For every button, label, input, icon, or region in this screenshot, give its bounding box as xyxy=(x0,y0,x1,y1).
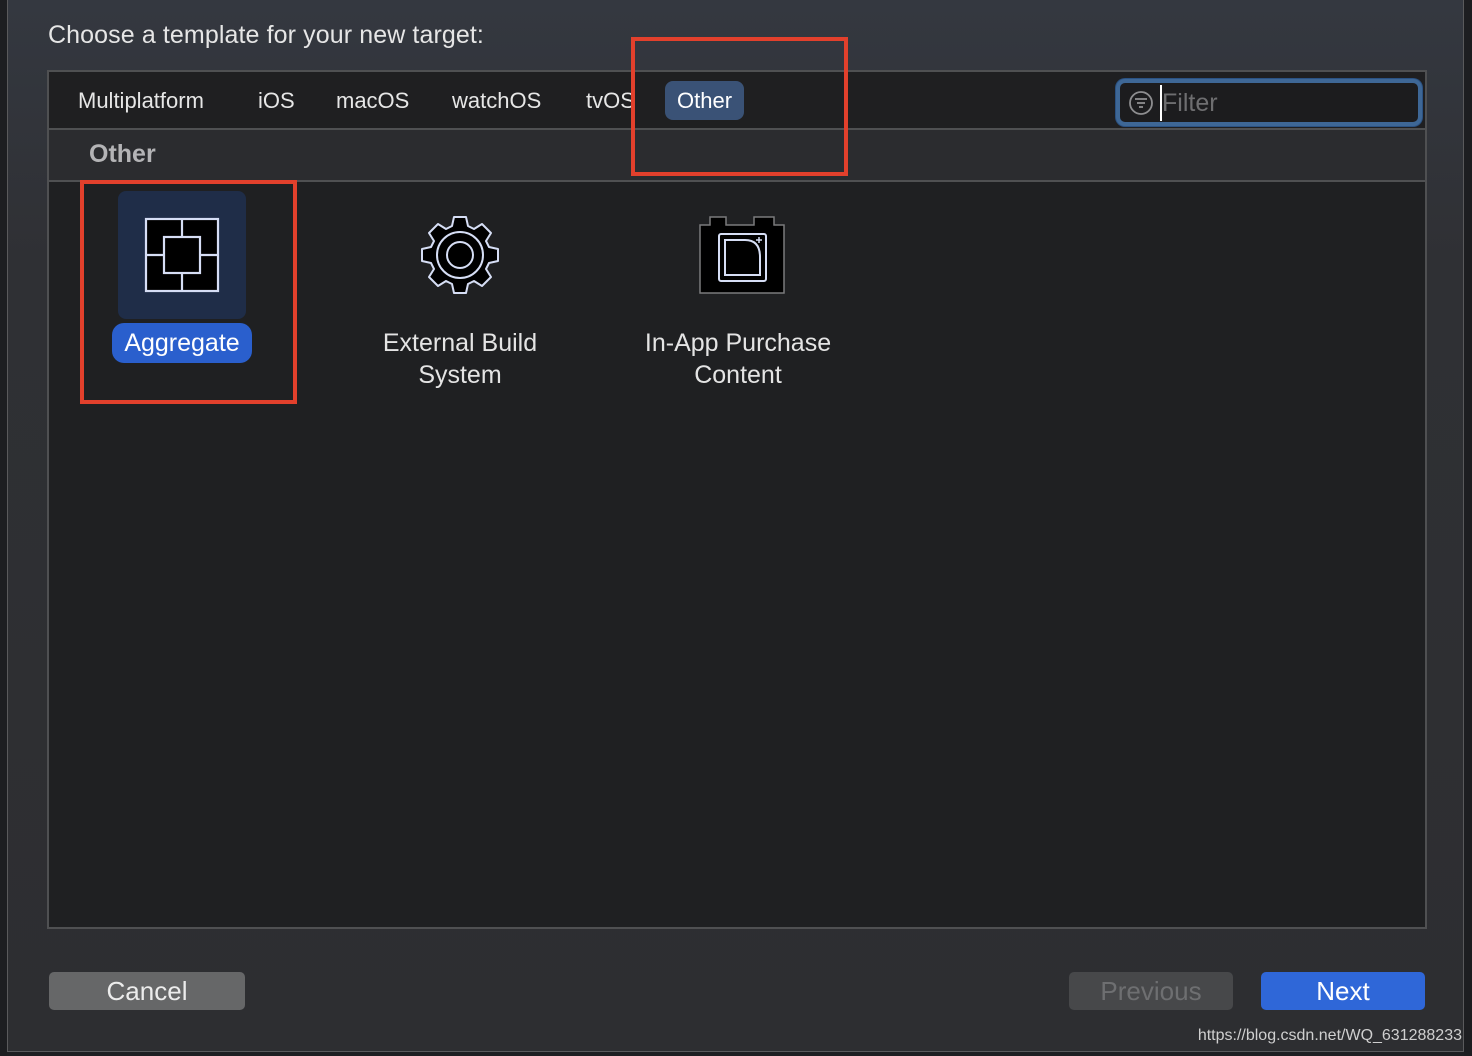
tab-multiplatform[interactable]: Multiplatform xyxy=(66,81,216,120)
previous-button[interactable]: Previous xyxy=(1069,972,1233,1010)
external-build-label-line-1: External Build xyxy=(382,329,538,357)
aggregate-icon xyxy=(144,217,220,293)
tile-icon-background xyxy=(396,191,524,319)
tile-icon-background xyxy=(118,191,246,319)
background-window-left xyxy=(0,0,7,1056)
gear-icon xyxy=(421,216,499,294)
filter-input[interactable] xyxy=(1160,85,1410,121)
template-chooser: Multiplatform iOS macOS watchOS tvOS Oth… xyxy=(47,70,1427,929)
filter-icon xyxy=(1129,91,1153,115)
filter-field[interactable] xyxy=(1116,79,1422,126)
in-app-purchase-label-line-1: In-App Purchase xyxy=(644,329,832,357)
external-build-label-line-2: System xyxy=(418,361,502,389)
tab-watchos[interactable]: watchOS xyxy=(440,81,553,120)
cancel-button[interactable]: Cancel xyxy=(49,972,245,1010)
tab-tvos[interactable]: tvOS xyxy=(574,81,647,120)
tab-other[interactable]: Other xyxy=(665,81,745,120)
template-label: External Build System xyxy=(350,327,570,391)
template-label: Aggregate xyxy=(72,323,292,363)
tab-ios[interactable]: iOS xyxy=(246,81,307,120)
template-grid: Aggregate External Build System In-App P… xyxy=(49,182,1425,927)
sheet-prompt: Choose a template for your new target: xyxy=(48,21,484,49)
template-label: In-App Purchase Content xyxy=(628,327,848,391)
background-window-right xyxy=(1464,0,1472,1056)
tile-icon-background xyxy=(674,191,802,319)
in-app-purchase-icon xyxy=(699,216,785,294)
watermark: https://blog.csdn.net/WQ_631288233 xyxy=(1197,1027,1462,1044)
platform-tab-bar: Multiplatform iOS macOS watchOS tvOS Oth… xyxy=(49,72,1425,130)
new-target-sheet: Choose a template for your new target: M… xyxy=(7,0,1464,1052)
aggregate-label: Aggregate xyxy=(112,323,252,363)
section-header: Other xyxy=(49,130,1425,182)
in-app-purchase-label-line-2: Content xyxy=(694,361,782,389)
section-title: Other xyxy=(89,140,156,168)
next-button[interactable]: Next xyxy=(1261,972,1425,1010)
tab-macos[interactable]: macOS xyxy=(324,81,421,120)
